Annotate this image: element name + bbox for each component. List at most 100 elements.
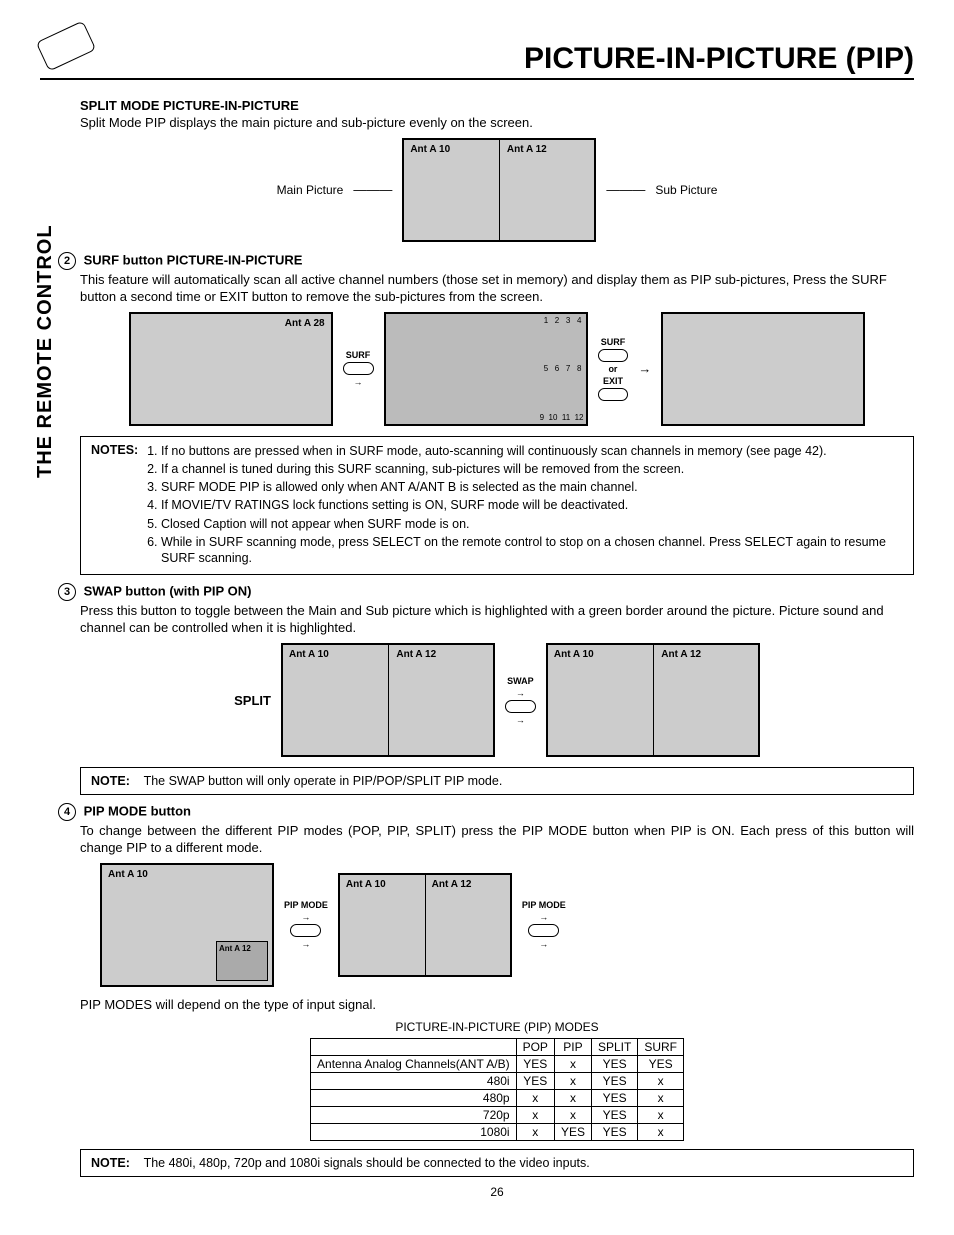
arrow-right-icon: → <box>539 912 548 922</box>
exit-button-icon <box>598 388 629 401</box>
ant-label: Ant A 12 <box>432 879 472 890</box>
ant-label: Ant A 12 <box>219 944 251 953</box>
surf-before-figure: Ant A 28 <box>129 312 333 426</box>
arrow-right-icon: → <box>354 377 363 387</box>
page-number: 26 <box>80 1185 914 1199</box>
split-label: SPLIT <box>234 693 271 708</box>
note-item: If MOVIE/TV RATINGS lock functions setti… <box>161 497 903 513</box>
table-header: SURF <box>638 1038 684 1055</box>
swap-button-icon <box>505 700 536 713</box>
table-cell: YES <box>591 1123 637 1140</box>
table-cell: x <box>638 1072 684 1089</box>
surf-after-figure <box>661 312 865 426</box>
table-cell: x <box>516 1089 554 1106</box>
ant-label: Ant A 10 <box>289 649 329 660</box>
table-cell: Antenna Analog Channels(ANT A/B) <box>311 1055 517 1072</box>
ant-label: Ant A 28 <box>285 318 325 329</box>
pip-mode-label: PIP MODE <box>522 900 566 910</box>
ant-label: Ant A 10 <box>410 144 450 155</box>
swap-after-figure: Ant A 10 Ant A 12 <box>546 643 760 757</box>
table-cell: YES <box>591 1089 637 1106</box>
arrow-right-icon: ——— <box>353 182 392 197</box>
section4-footer: PIP MODES will depend on the type of inp… <box>80 997 914 1014</box>
table-cell: YES <box>591 1072 637 1089</box>
swap-label: SWAP <box>507 676 534 686</box>
table-cell: x <box>638 1123 684 1140</box>
notes-box-1: NOTES: If no buttons are pressed when in… <box>80 436 914 576</box>
surf-button-icon <box>598 349 629 362</box>
pip-mode-label: PIP MODE <box>284 900 328 910</box>
signals-note-box: NOTE: The 480i, 480p, 720p and 1080i sig… <box>80 1149 914 1177</box>
ant-label: Ant A 10 <box>108 869 148 880</box>
table-cell: YES <box>591 1055 637 1072</box>
or-label: or <box>608 364 617 374</box>
table-cell: x <box>554 1089 591 1106</box>
table-cell: YES <box>516 1072 554 1089</box>
table-cell: x <box>638 1106 684 1123</box>
table-cell: x <box>638 1089 684 1106</box>
table-header: PIP <box>554 1038 591 1055</box>
ant-label: Ant A 12 <box>507 144 547 155</box>
table-cell: 480i <box>311 1072 517 1089</box>
note-item: While in SURF scanning mode, press SELEC… <box>161 534 903 567</box>
arrow-right-icon: → <box>539 939 548 949</box>
table-cell: 480p <box>311 1089 517 1106</box>
arrow-right-icon: → <box>638 361 651 376</box>
pip-mode-button-icon <box>290 924 321 937</box>
note-item: If a channel is tuned during this SURF s… <box>161 461 903 477</box>
table-cell: 1080i <box>311 1123 517 1140</box>
section4-heading: PIP MODE button <box>84 804 191 819</box>
pip-mode-button-icon <box>528 924 559 937</box>
step-3-badge: 3 <box>58 583 76 601</box>
section4-body: To change between the different PIP mode… <box>80 823 914 857</box>
ant-label: Ant A 10 <box>554 649 594 660</box>
step-2-badge: 2 <box>58 252 76 270</box>
step-4-badge: 4 <box>58 803 76 821</box>
section2-heading: SURF button PICTURE-IN-PICTURE <box>84 252 303 267</box>
table-cell: x <box>516 1123 554 1140</box>
table-title: PICTURE-IN-PICTURE (PIP) MODES <box>80 1020 914 1034</box>
table-header <box>311 1038 517 1055</box>
surf-label: SURF <box>601 337 626 347</box>
split-figure: Ant A 10 Ant A 12 <box>338 873 512 977</box>
table-cell: YES <box>638 1055 684 1072</box>
surf-label: SURF <box>346 350 371 360</box>
arrow-right-icon: → <box>301 939 310 949</box>
note-item: Closed Caption will not appear when SURF… <box>161 516 903 532</box>
table-cell: YES <box>554 1123 591 1140</box>
main-picture-label: Main Picture <box>277 183 344 197</box>
note-item: SURF MODE PIP is allowed only when ANT A… <box>161 479 903 495</box>
table-cell: x <box>554 1072 591 1089</box>
section1-body: Split Mode PIP displays the main picture… <box>80 115 914 132</box>
section2-body: This feature will automatically scan all… <box>80 272 914 306</box>
pop-figure: Ant A 10 Ant A 12 <box>100 863 274 987</box>
note-item: If no buttons are pressed when in SURF m… <box>161 443 903 459</box>
table-header: SPLIT <box>591 1038 637 1055</box>
arrow-right-icon: → <box>516 715 525 725</box>
section1-heading: SPLIT MODE PICTURE-IN-PICTURE <box>80 98 914 113</box>
table-cell: YES <box>591 1106 637 1123</box>
table-header: POP <box>516 1038 554 1055</box>
note-label: NOTE: <box>91 774 130 788</box>
arrow-right-icon: → <box>301 912 310 922</box>
ant-label: Ant A 10 <box>346 879 386 890</box>
arrow-right-icon: → <box>516 688 525 698</box>
note-label: NOTE: <box>91 1156 130 1170</box>
notes-label: NOTES: <box>91 443 138 457</box>
exit-label: EXIT <box>603 376 623 386</box>
note-text: The 480i, 480p, 720p and 1080i signals s… <box>144 1156 590 1170</box>
table-cell: x <box>554 1106 591 1123</box>
section3-heading: SWAP button (with PIP ON) <box>84 584 252 599</box>
page-title: PICTURE-IN-PICTURE (PIP) <box>40 42 914 80</box>
pip-modes-table: POP PIP SPLIT SURF Antenna Analog Channe… <box>310 1038 684 1141</box>
swap-before-figure: Ant A 10 Ant A 12 <box>281 643 495 757</box>
ant-label: Ant A 12 <box>661 649 701 660</box>
swap-note-box: NOTE: The SWAP button will only operate … <box>80 767 914 795</box>
arrow-left-icon: ——— <box>606 182 645 197</box>
surf-grid-figure: 1 2 3 4 5 6 7 8 9 10 11 12 <box>384 312 588 426</box>
split-tv-figure: Ant A 10 Ant A 12 <box>402 138 596 242</box>
surf-button-icon <box>343 362 374 375</box>
section3-body: Press this button to toggle between the … <box>80 603 914 637</box>
table-cell: YES <box>516 1055 554 1072</box>
note-text: The SWAP button will only operate in PIP… <box>144 774 503 788</box>
